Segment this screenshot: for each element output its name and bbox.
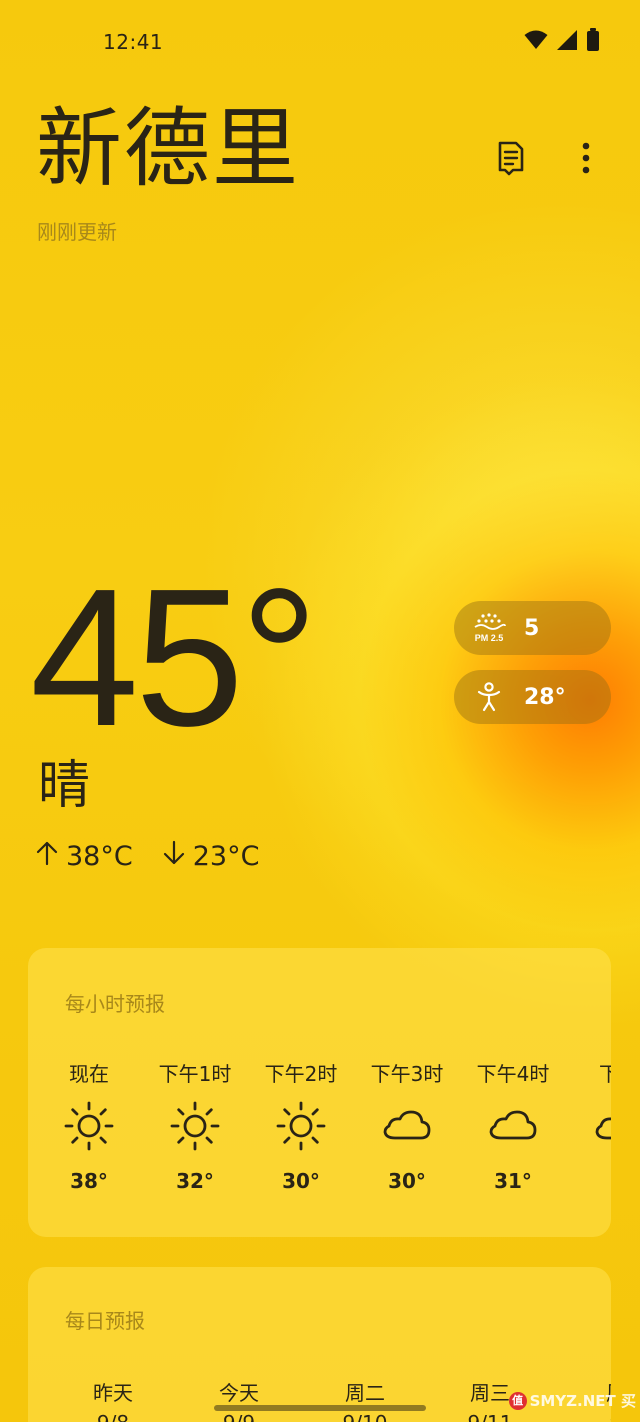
more-vert-icon (581, 142, 591, 178)
hourly-item: 下午2时 30° (248, 948, 354, 1237)
daily-date-label: 9/11 (430, 1411, 550, 1422)
daily-item: 今天 9/9 (179, 1267, 299, 1422)
battery-icon (586, 28, 600, 56)
daily-item: 周二 9/10 (305, 1267, 425, 1422)
page-button[interactable] (489, 138, 533, 182)
status-bar: 12:41 (0, 0, 640, 80)
svg-text:PM 2.5: PM 2.5 (475, 633, 504, 643)
watermark: 值 SMYZ.NET 买 (508, 1390, 636, 1411)
feels-like-pill[interactable]: 28° (454, 670, 611, 724)
hourly-item: 下午4时 31° (460, 948, 566, 1237)
watermark-badge: 值 (508, 1391, 527, 1410)
air-quality-pill[interactable]: PM 2.5 5 (454, 601, 611, 655)
hourly-item: 下午1时 32° (142, 948, 248, 1237)
hourly-time-label: 现在 (69, 1062, 109, 1086)
current-condition: 晴 (38, 756, 91, 816)
person-icon (454, 682, 524, 712)
hourly-item: 现在 38° (36, 948, 142, 1237)
feels-like-value: 28° (524, 684, 566, 710)
hourly-time-label: 下午4时 (476, 1062, 550, 1086)
sun-icon (275, 1100, 327, 1152)
city-name: 新德里 (36, 99, 300, 199)
hourly-temperature: 3 (566, 1169, 611, 1193)
status-clock: 12:41 (103, 30, 164, 54)
watermark-text: SMYZ.NET 买 (529, 1392, 636, 1410)
daily-date-label: 9/9 (179, 1411, 299, 1422)
hourly-time-label: 下午1时 (158, 1062, 232, 1086)
page-icon (496, 140, 526, 180)
status-icons (524, 28, 600, 56)
hourly-forecast-card[interactable]: 每小时预报 现在 38° 下午1时 32° 下午2时 30° 下午3时 30° 下午4时 31° 下… (28, 948, 611, 1237)
daily-day-label: 今天 (219, 1381, 259, 1405)
arrow-down-icon (163, 840, 185, 873)
daily-date-label: 9/8 (53, 1411, 173, 1422)
daily-item: 昨天 9/8 (53, 1267, 173, 1422)
weather-screen: 12:41 新德里 刚刚更新 45° 晴 38°C 23°C PM 2.5 5 … (0, 0, 640, 1422)
daily-day-label: 周二 (345, 1381, 385, 1405)
hourly-temperature: 38° (70, 1169, 108, 1193)
hourly-item: 下午 3 (566, 948, 611, 1237)
cloud-icon (593, 1100, 611, 1152)
hourly-temperature: 30° (388, 1169, 426, 1193)
updated-status: 刚刚更新 (37, 220, 117, 244)
hourly-item: 下午3时 30° (354, 948, 460, 1237)
daily-date-label: 9/10 (305, 1411, 425, 1422)
pm25-icon: PM 2.5 (454, 613, 524, 643)
signal-icon (556, 29, 578, 55)
hourly-forecast-list[interactable]: 现在 38° 下午1时 32° 下午2时 30° 下午3时 30° 下午4时 31° 下午 3 (28, 948, 611, 1237)
sun-icon (169, 1100, 221, 1152)
hourly-temperature: 31° (494, 1169, 532, 1193)
daily-day-label: 昨天 (93, 1381, 133, 1405)
hourly-time-label: 下午2时 (264, 1062, 338, 1086)
cloud-icon (487, 1100, 539, 1152)
cloud-icon (381, 1100, 433, 1152)
daily-date-label: 9 (556, 1411, 611, 1422)
hourly-time-label: 下午 (599, 1062, 611, 1086)
hourly-temperature: 30° (282, 1169, 320, 1193)
low-temperature-value: 23°C (192, 841, 260, 872)
low-temperature: 23°C (163, 840, 260, 873)
arrow-up-icon (36, 840, 58, 873)
hourly-temperature: 32° (176, 1169, 214, 1193)
more-options-button[interactable] (564, 138, 608, 182)
wifi-icon (524, 30, 548, 54)
hourly-time-label: 下午3时 (370, 1062, 444, 1086)
high-temperature-value: 38°C (66, 841, 133, 872)
temperature-range: 38°C 23°C (36, 840, 289, 873)
current-temperature: 45° (30, 548, 318, 767)
home-indicator[interactable] (214, 1405, 426, 1411)
sun-icon (63, 1100, 115, 1152)
air-quality-value: 5 (524, 615, 540, 641)
high-temperature: 38°C (36, 840, 133, 873)
